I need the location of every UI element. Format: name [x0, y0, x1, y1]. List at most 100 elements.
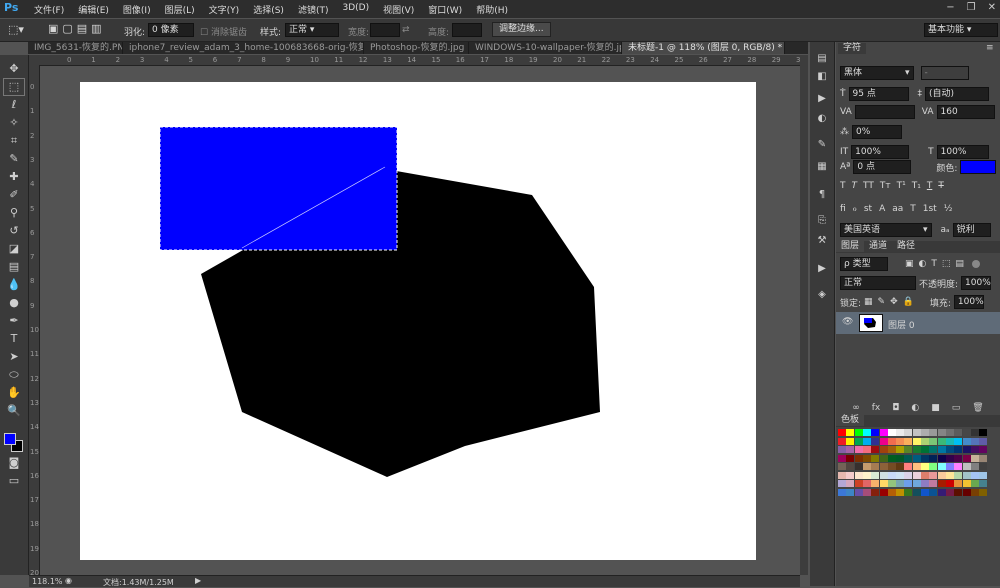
brush-panel-icon[interactable]: ✎: [815, 138, 829, 152]
color-swatch[interactable]: [887, 429, 896, 436]
color-swatch[interactable]: [896, 446, 905, 453]
actions-panel-icon[interactable]: ▶: [815, 92, 829, 106]
add-mask-icon[interactable]: ◘: [892, 403, 899, 413]
color-swatch[interactable]: [970, 463, 979, 470]
color-swatch[interactable]: [921, 437, 929, 445]
tab-paths[interactable]: 路径: [892, 241, 921, 252]
tab-swatches[interactable]: 色板: [836, 415, 865, 426]
type-icon[interactable]: T: [4, 331, 24, 347]
color-swatch[interactable]: [879, 454, 888, 462]
color-swatch[interactable]: [912, 437, 921, 445]
color-swatch[interactable]: [929, 463, 938, 470]
language-select[interactable]: 美国英语: [840, 223, 932, 237]
color-swatch[interactable]: [921, 471, 929, 479]
color-swatch[interactable]: [871, 429, 880, 436]
color-swatch[interactable]: [962, 488, 971, 496]
menu-edit[interactable]: 编辑(E): [78, 3, 109, 16]
color-swatch[interactable]: [912, 454, 921, 462]
doc-tab[interactable]: iphone7_review_adam_3_home-100683668-ori…: [123, 42, 364, 54]
stamp-icon[interactable]: ⚲: [4, 205, 24, 221]
status-info-icon[interactable]: ◉: [65, 576, 72, 585]
menu-select[interactable]: 选择(S): [253, 3, 284, 16]
color-swatch[interactable]: [962, 429, 971, 436]
color-swatch[interactable]: [896, 463, 905, 470]
color-swatch[interactable]: [854, 463, 863, 470]
layer-name[interactable]: 图层 0: [888, 318, 915, 331]
new-group-icon[interactable]: ■: [931, 403, 940, 413]
doc-tab[interactable]: IMG_5631-恢复的.PNG×: [28, 42, 123, 54]
history-brush-icon[interactable]: ↺: [4, 223, 24, 239]
color-swatch[interactable]: [970, 437, 979, 445]
shape-icon[interactable]: ⬭: [4, 367, 24, 383]
ordinal-button[interactable]: 1st: [923, 204, 937, 214]
new-layer-icon[interactable]: ▭: [952, 403, 961, 413]
color-swatch[interactable]: [945, 446, 954, 453]
color-swatch[interactable]: [838, 437, 846, 445]
color-swatch[interactable]: [979, 488, 988, 496]
color-swatch[interactable]: [937, 437, 946, 445]
color-swatch[interactable]: [912, 471, 921, 479]
color-swatch[interactable]: [979, 480, 988, 487]
text-color-swatch[interactable]: [960, 160, 997, 174]
color-swatch[interactable]: [929, 488, 938, 496]
menu-image[interactable]: 图像(I): [123, 3, 151, 16]
superscript-button[interactable]: T¹: [897, 181, 906, 191]
color-swatch[interactable]: [846, 429, 855, 436]
dodge-icon[interactable]: ●: [4, 295, 24, 311]
color-swatch[interactable]: [854, 471, 863, 479]
font-family-select[interactable]: 黑体: [840, 66, 914, 80]
color-swatch[interactable]: [954, 480, 963, 487]
color-swatch[interactable]: [838, 488, 846, 496]
menu-layer[interactable]: 图层(L): [165, 3, 195, 16]
tool-presets-icon[interactable]: ⚒: [815, 234, 829, 248]
layer-filter-select[interactable]: ρ 类型: [840, 257, 888, 271]
doc-tab[interactable]: Photoshop-恢复的.jpg×: [364, 42, 469, 54]
faux-italic-button[interactable]: T: [852, 181, 858, 191]
color-swatch[interactable]: [846, 488, 855, 496]
color-swatch[interactable]: [896, 480, 905, 487]
ligature-button[interactable]: fi: [840, 204, 846, 214]
color-swatch[interactable]: [921, 446, 929, 453]
color-swatch[interactable]: [896, 471, 905, 479]
fraction-button[interactable]: ½: [944, 204, 953, 214]
timeline-panel-icon[interactable]: ▶: [815, 262, 829, 276]
subscript-button[interactable]: T₁: [912, 181, 921, 191]
color-swatch[interactable]: [904, 471, 913, 479]
color-swatch[interactable]: [970, 488, 979, 496]
color-swatch[interactable]: [945, 463, 954, 470]
color-swatch[interactable]: [904, 463, 913, 470]
color-swatch[interactable]: [846, 463, 855, 470]
link-layers-icon[interactable]: ∞: [852, 403, 860, 413]
lasso-icon[interactable]: ℓ: [4, 97, 24, 113]
color-swatch[interactable]: [954, 463, 963, 470]
selection-mode-icons[interactable]: ▣▢▤▥: [48, 22, 106, 35]
color-swatch[interactable]: [954, 429, 963, 436]
color-swatch[interactable]: [921, 480, 929, 487]
kerning-input[interactable]: [854, 105, 915, 119]
font-style-select[interactable]: -: [920, 66, 969, 80]
color-swatch[interactable]: [912, 463, 921, 470]
vertical-scale-input[interactable]: 100%: [851, 145, 910, 159]
tracking-input[interactable]: 160: [936, 105, 995, 119]
quick-mask-icon[interactable]: ◙: [4, 455, 24, 471]
adjustments-panel-icon[interactable]: ◐: [815, 112, 829, 126]
3d-panel-icon[interactable]: ◈: [815, 288, 829, 302]
antialias-select[interactable]: 锐利: [952, 223, 991, 237]
color-swatch[interactable]: [970, 446, 979, 453]
properties-panel-icon[interactable]: ◧: [815, 70, 829, 84]
color-swatch[interactable]: [846, 480, 855, 487]
hand-icon[interactable]: ✋: [4, 385, 24, 401]
color-swatch[interactable]: [962, 480, 971, 487]
color-swatch[interactable]: [937, 463, 946, 470]
color-swatch[interactable]: [896, 437, 905, 445]
color-swatch[interactable]: [929, 446, 938, 453]
color-swatch[interactable]: [862, 480, 871, 487]
color-swatch[interactable]: [929, 454, 938, 462]
color-swatch[interactable]: [887, 446, 896, 453]
color-swatch[interactable]: [887, 480, 896, 487]
swash-button[interactable]: A: [879, 204, 885, 214]
minimize-icon[interactable]: −: [946, 2, 954, 13]
color-swatch[interactable]: [879, 471, 888, 479]
color-swatch[interactable]: [838, 463, 846, 470]
color-swatch[interactable]: [945, 454, 954, 462]
